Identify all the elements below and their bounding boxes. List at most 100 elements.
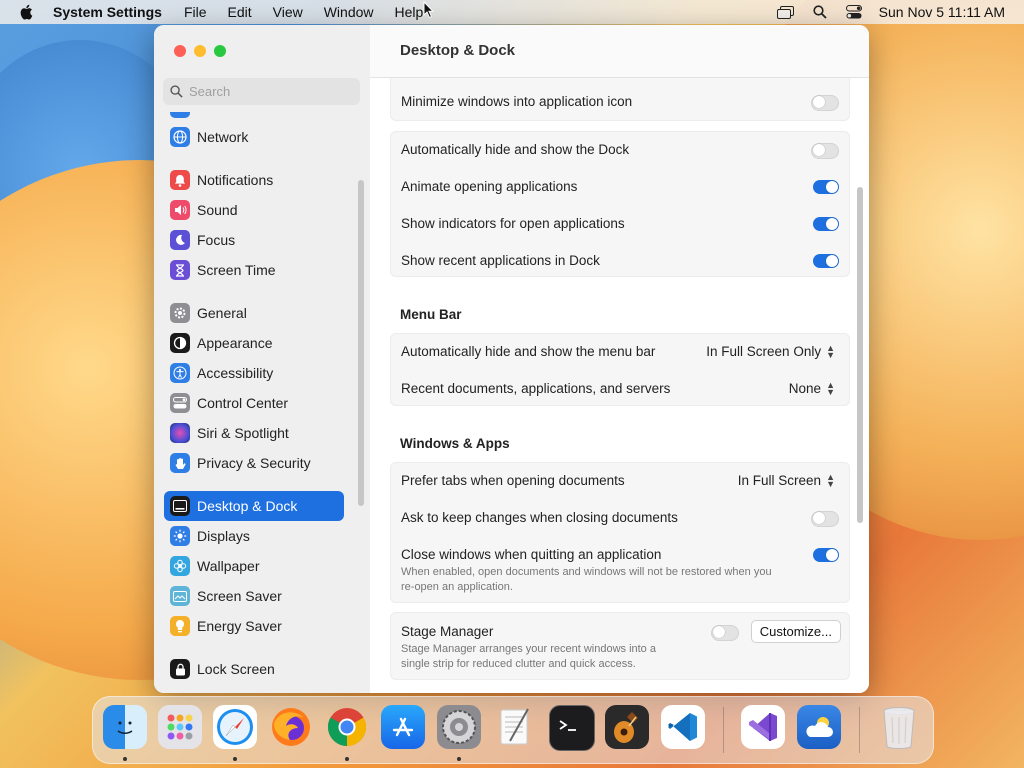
sidebar-item-wallpaper[interactable]: Wallpaper bbox=[164, 551, 344, 581]
app-store-icon[interactable] bbox=[381, 705, 425, 749]
sidebar-scrollbar[interactable] bbox=[358, 180, 364, 506]
close-window-button[interactable] bbox=[174, 45, 186, 57]
sidebar-item-label: Lock Screen bbox=[197, 661, 275, 677]
stage-manager-toggle[interactable] bbox=[711, 625, 739, 641]
screen-mirroring-icon[interactable] bbox=[777, 4, 795, 20]
sidebar-item-desktop-dock[interactable]: Desktop & Dock bbox=[164, 491, 344, 521]
dock-separator bbox=[723, 707, 724, 753]
sidebar-item-screen-saver[interactable]: Screen Saver bbox=[164, 581, 344, 611]
minimize-window-button[interactable] bbox=[194, 45, 206, 57]
sidebar-item-privacy-security[interactable]: Privacy & Security bbox=[164, 448, 344, 478]
sidebar-item-accessibility[interactable]: Accessibility bbox=[164, 358, 344, 388]
menu-window[interactable]: Window bbox=[324, 4, 374, 20]
control-center-menubar-icon[interactable] bbox=[845, 4, 863, 20]
dock-settings-group-top: Minimize windows into application icon bbox=[390, 78, 850, 121]
chrome-icon[interactable] bbox=[325, 705, 369, 749]
pane-scrollbar[interactable] bbox=[857, 187, 863, 523]
running-indicator bbox=[345, 757, 349, 761]
menu-file[interactable]: File bbox=[184, 4, 207, 20]
app-menu[interactable]: System Settings bbox=[53, 4, 162, 20]
row-stage-manager: Stage Manager Stage Manager arranges you… bbox=[391, 620, 849, 674]
menu-help[interactable]: Help bbox=[395, 4, 424, 20]
show-recent-toggle[interactable] bbox=[813, 254, 839, 268]
appearance-icon bbox=[170, 333, 190, 353]
sidebar-item-network[interactable]: Network bbox=[164, 122, 344, 152]
launchpad-icon[interactable] bbox=[158, 705, 202, 749]
dock-icon bbox=[170, 496, 190, 516]
sidebar-item-general[interactable]: General bbox=[164, 298, 344, 328]
sidebar-item-label: Privacy & Security bbox=[197, 455, 311, 471]
setting-label: Recent documents, applications, and serv… bbox=[401, 381, 671, 396]
menu-bar: System Settings File Edit View Window He… bbox=[0, 0, 1024, 24]
spotlight-search-icon[interactable] bbox=[811, 4, 829, 20]
sun-icon bbox=[170, 526, 190, 546]
dock-settings-group: Automatically hide and show the Dock Ani… bbox=[390, 131, 850, 277]
terminal-icon[interactable] bbox=[549, 705, 595, 751]
sidebar-item-label: Appearance bbox=[197, 335, 273, 351]
search-icon bbox=[170, 85, 183, 98]
chevron-updown-icon: ▲ ▼ bbox=[826, 379, 835, 397]
sidebar-item-control-center[interactable]: Control Center bbox=[164, 388, 344, 418]
sidebar-item-screen-time[interactable]: Screen Time bbox=[164, 255, 344, 285]
prefer-tabs-popup[interactable]: In Full Screen ▲ ▼ bbox=[738, 471, 835, 489]
globe-icon bbox=[170, 127, 190, 147]
sidebar-item-label: Control Center bbox=[197, 395, 289, 411]
garageband-icon[interactable] bbox=[605, 705, 649, 749]
ask-keep-changes-toggle[interactable] bbox=[811, 511, 839, 527]
weather-icon[interactable] bbox=[797, 705, 841, 749]
menu-bar-section-heading: Menu Bar bbox=[400, 307, 462, 322]
vscode-icon[interactable] bbox=[661, 705, 705, 749]
dock-autohide-toggle[interactable] bbox=[811, 143, 839, 159]
sidebar-item-appearance[interactable]: Appearance bbox=[164, 328, 344, 358]
sidebar-item-lock-screen[interactable]: Lock Screen bbox=[164, 654, 344, 684]
zoom-window-button[interactable] bbox=[214, 45, 226, 57]
apple-logo-icon[interactable] bbox=[19, 4, 33, 20]
sidebar-item-label: Displays bbox=[197, 528, 250, 544]
pane-header: Desktop & Dock bbox=[370, 25, 869, 78]
window-controls bbox=[174, 45, 226, 57]
sidebar: Search Network Notifications Sound Focus bbox=[154, 25, 371, 693]
sidebar-item-focus[interactable]: Focus bbox=[164, 225, 344, 255]
system-settings-window: Search Network Notifications Sound Focus bbox=[154, 25, 869, 693]
menubar-clock[interactable]: Sun Nov 5 11:11 AM bbox=[879, 4, 1005, 20]
safari-icon[interactable] bbox=[213, 705, 257, 749]
close-windows-toggle[interactable] bbox=[813, 548, 839, 562]
running-indicator bbox=[457, 757, 461, 761]
sidebar-item-label: Accessibility bbox=[197, 365, 274, 381]
textedit-icon[interactable] bbox=[493, 705, 537, 749]
menu-view[interactable]: View bbox=[273, 4, 303, 20]
running-indicator bbox=[233, 757, 237, 761]
setting-description: When enabled, open documents and windows… bbox=[401, 566, 772, 578]
sidebar-item-energy-saver[interactable]: Energy Saver bbox=[164, 611, 344, 641]
visual-studio-icon[interactable] bbox=[741, 705, 785, 749]
chevron-updown-icon: ▲ ▼ bbox=[826, 471, 835, 489]
mouse-cursor-icon bbox=[423, 1, 435, 19]
sidebar-item-label: Siri & Spotlight bbox=[197, 425, 289, 441]
control-center-icon bbox=[170, 393, 190, 413]
menu-edit[interactable]: Edit bbox=[228, 4, 252, 20]
windows-apps-section-heading: Windows & Apps bbox=[400, 436, 510, 451]
bell-icon bbox=[170, 170, 190, 190]
sidebar-item-label: General bbox=[197, 305, 247, 321]
recent-documents-popup[interactable]: None ▲ ▼ bbox=[789, 379, 835, 397]
sidebar-item-label: Energy Saver bbox=[197, 618, 282, 634]
minimize-into-icon-toggle[interactable] bbox=[811, 95, 839, 111]
sidebar-item-label: Wallpaper bbox=[197, 558, 260, 574]
system-settings-icon[interactable] bbox=[437, 705, 481, 749]
firefox-icon[interactable] bbox=[269, 705, 313, 749]
show-indicators-toggle[interactable] bbox=[813, 217, 839, 231]
sidebar-search-field[interactable]: Search bbox=[163, 78, 360, 105]
trash-icon[interactable] bbox=[877, 705, 921, 749]
sidebar-item-siri-spotlight[interactable]: Siri & Spotlight bbox=[164, 418, 344, 448]
animate-opening-toggle[interactable] bbox=[813, 180, 839, 194]
sidebar-item-displays[interactable]: Displays bbox=[164, 521, 344, 551]
finder-icon[interactable] bbox=[103, 705, 147, 749]
popup-value: In Full Screen Only bbox=[706, 344, 822, 359]
menubar-autohide-popup[interactable]: In Full Screen Only ▲ ▼ bbox=[706, 343, 835, 359]
setting-description: single strip for reduced clutter and qui… bbox=[401, 658, 636, 670]
windows-apps-group: Prefer tabs when opening documents In Fu… bbox=[390, 462, 850, 603]
sidebar-item-notifications[interactable]: Notifications bbox=[164, 165, 344, 195]
customize-button[interactable]: Customize... bbox=[750, 620, 841, 643]
setting-description: re-open an application. bbox=[401, 581, 513, 593]
sidebar-item-sound[interactable]: Sound bbox=[164, 195, 344, 225]
